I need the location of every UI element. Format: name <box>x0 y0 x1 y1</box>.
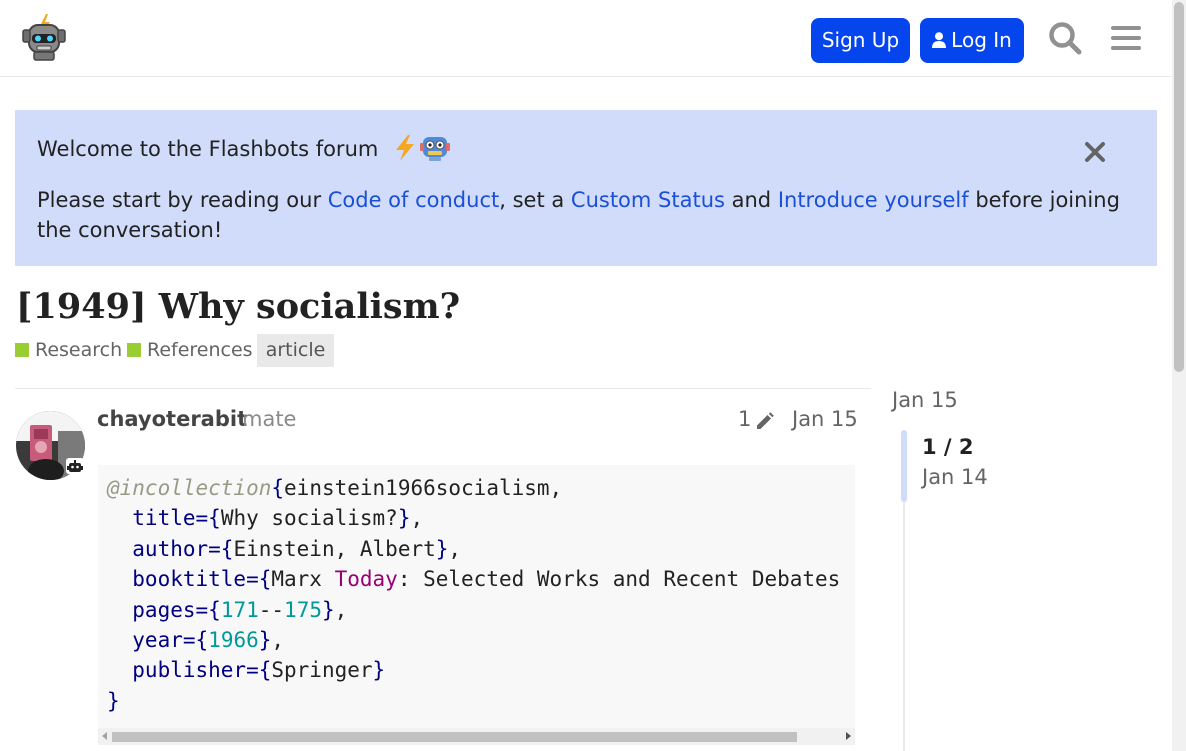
sign-up-label: Sign Up <box>821 28 900 52</box>
code-token: booktitle= <box>107 567 259 592</box>
close-banner-icon[interactable] <box>1084 141 1106 163</box>
code-token: pages= <box>107 597 209 622</box>
timeline-handle[interactable] <box>901 430 907 502</box>
banner-intro-text: Please start by reading our <box>37 188 328 212</box>
code-token: Springer <box>271 658 373 683</box>
scroll-right-arrow-icon[interactable] <box>846 732 851 740</box>
pencil-icon[interactable] <box>755 412 774 431</box>
code-scrollbar-thumb[interactable] <box>112 732 797 742</box>
site-logo[interactable] <box>20 12 68 62</box>
code-token: year= <box>107 628 196 653</box>
code-horizontal-scrollbar[interactable] <box>98 728 855 745</box>
hamburger-menu-icon[interactable] <box>1108 20 1144 56</box>
code-token: 171 <box>220 597 259 622</box>
scroll-left-arrow-icon[interactable] <box>102 732 107 740</box>
post-divider <box>15 388 871 389</box>
lightning-icon <box>396 135 415 161</box>
banner-sep-1: , set a <box>499 188 571 212</box>
timeline-start-date[interactable]: Jan 15 <box>892 388 958 412</box>
code-token: publisher= <box>107 658 259 683</box>
code-token: einstein1966socialism, <box>284 476 563 500</box>
category-research-label: Research <box>35 339 123 361</box>
code-token: Einstein, Albert <box>233 536 436 561</box>
banner-emoji <box>391 134 451 167</box>
code-token: Marx <box>271 567 335 592</box>
robot-icon <box>420 137 451 161</box>
timeline-current-date: Jan 14 <box>922 465 988 489</box>
code-token: -- <box>258 597 285 622</box>
welcome-banner: Welcome to the Flashbots forum Please st… <box>15 110 1157 266</box>
topic-title[interactable]: [1949] Why socialism? <box>16 286 460 327</box>
bibtex-code: @incollection{einstein1966socialism, tit… <box>107 476 841 713</box>
code-block: @incollection{einstein1966socialism, tit… <box>98 465 855 745</box>
code-token: author= <box>107 536 221 561</box>
banner-message: Please start by reading our Code of cond… <box>37 185 1137 245</box>
page-scrollbar-thumb[interactable] <box>1174 2 1184 372</box>
page-scrollbar[interactable] <box>1172 0 1186 751</box>
category-color-swatch <box>15 343 29 357</box>
code-token: 1966 <box>208 628 259 653</box>
site-header: Sign Up Log In <box>0 0 1172 77</box>
code-token: : Selected Works and Recent Debates <box>397 567 841 592</box>
post-user-title: mate <box>242 407 297 431</box>
category-color-swatch <box>127 343 141 357</box>
category-references-label: References <box>147 339 253 361</box>
sign-up-button[interactable]: Sign Up <box>811 18 910 63</box>
custom-status-link[interactable]: Custom Status <box>571 188 725 212</box>
introduce-yourself-link[interactable]: Introduce yourself <box>778 188 969 212</box>
post-username[interactable]: chayoterabit <box>97 407 247 431</box>
category-references[interactable]: References <box>127 339 253 363</box>
code-token: Today <box>334 567 398 592</box>
code-of-conduct-link[interactable]: Code of conduct <box>328 188 499 212</box>
post-date[interactable]: Jan 15 <box>792 407 858 431</box>
banner-title-text: Welcome to the Flashbots forum <box>37 137 379 161</box>
code-token: title= <box>107 506 209 531</box>
code-token: 175 <box>284 597 322 622</box>
tag-article[interactable]: article <box>257 334 334 367</box>
log-in-label: Log In <box>951 28 1012 52</box>
banner-sep-2: and <box>724 188 778 212</box>
search-icon[interactable] <box>1047 20 1083 56</box>
banner-title: Welcome to the Flashbots forum <box>37 134 451 167</box>
edit-count[interactable]: 1 <box>738 407 751 431</box>
code-token: @incollection <box>107 476 272 500</box>
user-icon <box>932 32 947 48</box>
category-research[interactable]: Research <box>15 339 122 363</box>
log-in-button[interactable]: Log In <box>920 18 1024 63</box>
timeline-position: 1 / 2 <box>922 435 974 459</box>
bot-badge-icon <box>66 458 84 474</box>
code-token: Why socialism? <box>220 506 398 531</box>
